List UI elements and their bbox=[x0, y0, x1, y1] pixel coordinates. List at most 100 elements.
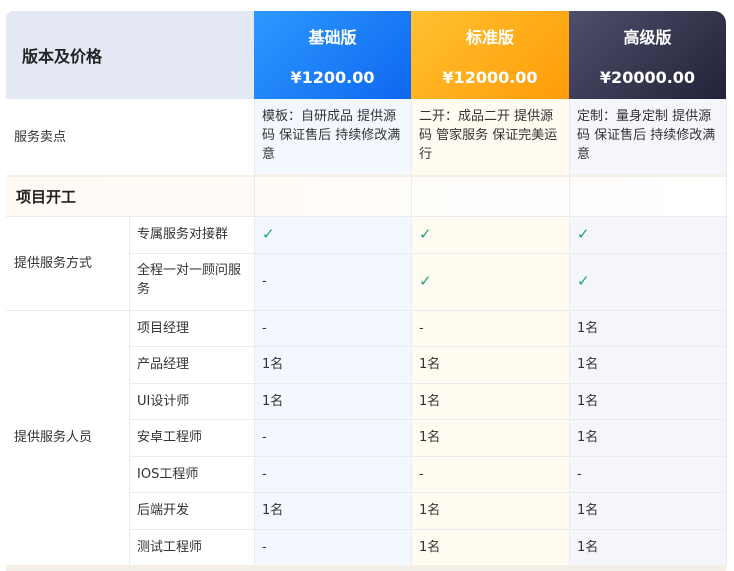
check-icon: ✓ bbox=[577, 225, 590, 243]
plan-advanced-name: 高级版 bbox=[623, 27, 672, 47]
cell-value: 1名 bbox=[262, 393, 284, 409]
row-item: IOS工程师 bbox=[129, 456, 254, 492]
service-mode-group-cell: 提供服务方式 bbox=[6, 216, 129, 310]
divider bbox=[129, 383, 726, 384]
plan-basic-name: 基础版 bbox=[308, 27, 357, 47]
cell-advanced: 1名 bbox=[569, 492, 726, 529]
cell-value: 1名 bbox=[577, 357, 599, 372]
divider bbox=[129, 456, 726, 457]
cell-value: - bbox=[262, 320, 267, 336]
row-item-label: 项目经理 bbox=[137, 320, 190, 336]
cell-basic: 1名 bbox=[254, 492, 411, 529]
plan-advanced-header[interactable]: 高级版 ¥20000.00 bbox=[569, 11, 726, 99]
cell-value: - bbox=[262, 539, 267, 555]
cell-advanced: - bbox=[569, 456, 726, 492]
cell-value: 1名 bbox=[419, 503, 441, 518]
row-item-label: 专属服务对接群 bbox=[137, 227, 229, 242]
row-item: 后端开发 bbox=[129, 492, 254, 529]
row-item-label: IOS工程师 bbox=[137, 466, 199, 482]
cell-basic: - bbox=[254, 253, 411, 310]
row-item: 专属服务对接群 bbox=[129, 216, 254, 253]
divider bbox=[129, 419, 726, 420]
cell-value: 1名 bbox=[262, 503, 284, 518]
cell-standard: 1名 bbox=[411, 346, 569, 383]
cell-advanced: 1名 bbox=[569, 346, 726, 383]
section-title: 项目开工 bbox=[6, 177, 726, 216]
cell-value: - bbox=[577, 466, 582, 482]
cell-standard: 1名 bbox=[411, 419, 569, 456]
cell-advanced: 1名 bbox=[569, 419, 726, 456]
row-item-label: 安卓工程师 bbox=[137, 430, 203, 445]
service-mode-group-label: 提供服务方式 bbox=[14, 255, 93, 271]
staff-group-label: 提供服务人员 bbox=[14, 430, 93, 445]
cell-standard: - bbox=[411, 310, 569, 346]
cell-value: 1名 bbox=[419, 393, 441, 409]
cell-value: 1名 bbox=[577, 320, 599, 336]
cell-basic: - bbox=[254, 529, 411, 565]
plan-standard-header[interactable]: 标准版 ¥12000.00 bbox=[411, 11, 569, 99]
divider bbox=[569, 99, 570, 565]
bottom-edge bbox=[6, 565, 726, 571]
cell-standard: 1名 bbox=[411, 383, 569, 419]
divider bbox=[726, 99, 727, 565]
cell-value: 1名 bbox=[577, 430, 599, 445]
cell-value: 1名 bbox=[419, 430, 441, 445]
cell-standard: - bbox=[411, 456, 569, 492]
check-icon: ✓ bbox=[419, 272, 432, 290]
divider bbox=[129, 492, 726, 493]
staff-group-cell: 提供服务人员 bbox=[6, 310, 129, 565]
plan-advanced-price: ¥20000.00 bbox=[599, 67, 696, 87]
row-item-label: 全程一对一顾问服务 bbox=[129, 253, 254, 310]
selling-basic: 模板：自研成品 提供源码 保证售后 持续修改满意 bbox=[254, 99, 411, 175]
cell-basic: - bbox=[254, 419, 411, 456]
cell-value: - bbox=[262, 274, 267, 289]
cell-value: 1名 bbox=[419, 357, 441, 372]
cell-standard: ✓ bbox=[411, 253, 569, 310]
divider bbox=[411, 99, 412, 565]
cell-value: - bbox=[262, 430, 267, 445]
cell-value: - bbox=[262, 466, 267, 482]
divider bbox=[6, 310, 726, 311]
cell-value: 1名 bbox=[419, 539, 441, 555]
cell-advanced: 1名 bbox=[569, 383, 726, 419]
divider bbox=[129, 216, 130, 565]
pricing-table: 版本及价格 基础版 ¥1200.00 标准版 ¥12000.00 高级版 ¥20… bbox=[0, 0, 734, 571]
cell-standard: 1名 bbox=[411, 529, 569, 565]
header-label: 版本及价格 bbox=[6, 11, 254, 99]
row-item-label: UI设计师 bbox=[137, 393, 190, 409]
cell-value: - bbox=[419, 466, 424, 482]
divider bbox=[6, 216, 726, 217]
plan-standard-price: ¥12000.00 bbox=[442, 67, 538, 87]
cell-value: 1名 bbox=[577, 393, 599, 409]
check-icon: ✓ bbox=[262, 225, 275, 243]
cell-value: 1名 bbox=[262, 357, 284, 372]
cell-advanced: ✓ bbox=[569, 253, 726, 310]
plan-basic-price: ¥1200.00 bbox=[290, 67, 375, 87]
plan-standard-name: 标准版 bbox=[465, 27, 514, 47]
row-item: 项目经理 bbox=[129, 310, 254, 346]
row-item: UI设计师 bbox=[129, 383, 254, 419]
cell-basic: 1名 bbox=[254, 383, 411, 419]
check-icon: ✓ bbox=[419, 225, 432, 243]
plan-basic-header[interactable]: 基础版 ¥1200.00 bbox=[254, 11, 411, 99]
row-item: 产品经理 bbox=[129, 346, 254, 383]
cell-standard: ✓ bbox=[411, 216, 569, 253]
row-item: 测试工程师 bbox=[129, 529, 254, 565]
divider bbox=[129, 253, 726, 254]
row-item-label: 产品经理 bbox=[137, 357, 190, 372]
cell-advanced: 1名 bbox=[569, 310, 726, 346]
divider bbox=[129, 346, 726, 347]
cell-basic: ✓ bbox=[254, 216, 411, 253]
divider bbox=[254, 99, 255, 565]
divider bbox=[129, 529, 726, 530]
row-item: 安卓工程师 bbox=[129, 419, 254, 456]
cell-basic: 1名 bbox=[254, 346, 411, 383]
cell-advanced: 1名 bbox=[569, 529, 726, 565]
cell-value: 1名 bbox=[577, 539, 599, 555]
row-item-label: 测试工程师 bbox=[137, 539, 203, 555]
cell-advanced: ✓ bbox=[569, 216, 726, 253]
cell-basic: - bbox=[254, 456, 411, 492]
row-item-label: 后端开发 bbox=[137, 503, 190, 518]
selling-label: 服务卖点 bbox=[14, 129, 67, 145]
cell-value: - bbox=[419, 320, 424, 336]
